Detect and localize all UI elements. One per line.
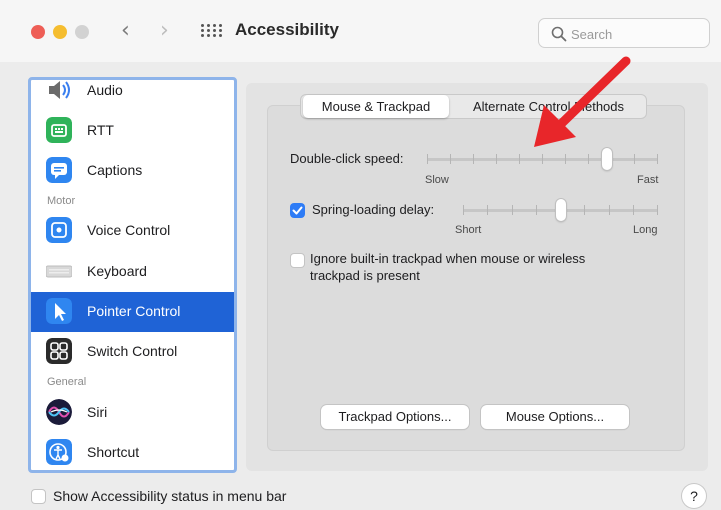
preferences-window: ‹ › Accessibility Audio — [0, 0, 721, 510]
status-menu-bar-checkbox[interactable] — [31, 489, 46, 504]
close-window-button[interactable] — [31, 25, 45, 39]
status-menu-bar-label: Show Accessibility status in menu bar — [53, 488, 287, 504]
back-arrow-icon[interactable]: ‹ — [121, 18, 130, 44]
slider-knob[interactable] — [556, 199, 566, 221]
sidebar-item-label: Pointer Control — [87, 303, 181, 319]
switch-control-icon — [46, 338, 72, 364]
slider-min-label: Short — [455, 224, 482, 236]
search-field[interactable] — [538, 18, 710, 48]
sidebar-item-pointer-control[interactable]: Pointer Control — [31, 292, 234, 332]
slider-tick — [542, 154, 543, 164]
double-click-speed-label: Double-click speed: — [290, 151, 404, 166]
sidebar-item-label: Siri — [87, 404, 108, 420]
slider-min-label: Slow — [425, 174, 449, 186]
ignore-trackpad-checkbox[interactable] — [290, 253, 305, 268]
annotation-arrow-icon — [534, 56, 631, 147]
ignore-trackpad-label-line1: Ignore built-in trackpad when mouse or w… — [310, 251, 586, 266]
search-input[interactable] — [571, 23, 701, 45]
show-all-grid-icon[interactable] — [201, 24, 222, 38]
slider-tick — [633, 205, 634, 215]
siri-icon — [46, 399, 72, 425]
sidebar-item-label: Voice Control — [87, 222, 171, 238]
ignore-trackpad-label-line2: trackpad is present — [310, 268, 420, 283]
sidebar-item-label: Audio — [87, 82, 123, 98]
spring-loading-label: Spring-loading delay: — [312, 202, 435, 217]
trackpad-options-button[interactable]: Trackpad Options... — [321, 405, 469, 429]
sidebar-item-keyboard[interactable]: Keyboard — [31, 252, 234, 292]
section-header-general: General — [47, 376, 87, 388]
sidebar-item-label: Keyboard — [87, 263, 147, 279]
help-button[interactable]: ? — [682, 484, 706, 508]
slider-tick — [588, 154, 589, 164]
spring-loading-checkbox[interactable] — [290, 203, 305, 218]
captions-icon — [46, 157, 72, 183]
slider-tick — [609, 205, 610, 215]
slider-tick — [584, 205, 585, 215]
sidebar-item-label: Switch Control — [87, 343, 178, 359]
title-bar: ‹ › Accessibility — [0, 0, 721, 62]
slider-max-label: Fast — [637, 174, 659, 186]
sidebar-item-audio[interactable]: Audio — [31, 80, 234, 111]
forward-arrow-icon[interactable]: › — [160, 18, 169, 44]
mouse-options-button[interactable]: Mouse Options... — [481, 405, 629, 429]
keyboard-icon — [46, 265, 72, 278]
rtt-icon — [46, 117, 72, 143]
window-title: Accessibility — [235, 20, 339, 39]
sidebar[interactable]: Audio RTT Captions Motor Voice Control K… — [28, 77, 237, 473]
sidebar-item-shortcut[interactable]: Shortcut — [31, 433, 234, 470]
double-click-speed-slider[interactable] — [427, 148, 658, 170]
voice-control-icon — [46, 217, 72, 243]
tab-mouse-trackpad[interactable]: Mouse & Trackpad — [303, 95, 449, 118]
sidebar-item-label: Captions — [87, 162, 143, 178]
slider-tick — [450, 154, 451, 164]
slider-tick — [473, 154, 474, 164]
minimize-window-button[interactable] — [53, 25, 67, 39]
sidebar-item-captions[interactable]: Captions — [31, 151, 234, 191]
spring-loading-slider[interactable] — [463, 199, 658, 221]
slider-tick — [487, 205, 488, 215]
sidebar-item-voice-control[interactable]: Voice Control — [31, 211, 234, 251]
slider-tick — [519, 154, 520, 164]
slider-tick — [565, 154, 566, 164]
slider-tick — [496, 154, 497, 164]
section-header-motor: Motor — [47, 195, 76, 207]
pointer-icon — [46, 298, 72, 324]
slider-tick — [657, 205, 658, 215]
sidebar-item-label: Shortcut — [87, 444, 140, 460]
slider-tick — [657, 154, 658, 164]
slider-tick — [512, 205, 513, 215]
speaker-icon — [49, 81, 70, 99]
slider-tick — [427, 154, 428, 164]
slider-tick — [463, 205, 464, 215]
zoom-window-button[interactable] — [75, 25, 89, 39]
sidebar-item-rtt[interactable]: RTT — [31, 111, 234, 151]
shortcut-icon — [46, 439, 72, 465]
slider-tick — [536, 205, 537, 215]
sidebar-item-switch-control[interactable]: Switch Control — [31, 332, 234, 372]
slider-tick — [634, 154, 635, 164]
sidebar-item-siri[interactable]: Siri — [31, 393, 234, 433]
search-icon — [551, 26, 567, 42]
sidebar-item-label: RTT — [87, 122, 114, 138]
slider-max-label: Long — [633, 224, 658, 236]
